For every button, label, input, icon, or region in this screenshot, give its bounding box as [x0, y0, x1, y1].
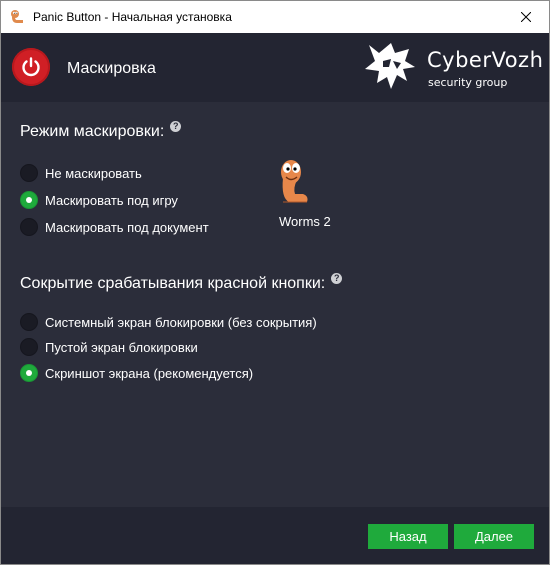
app-window: Panic Button - Начальная установка Маски… — [0, 0, 550, 565]
radio-circle-checked[interactable] — [20, 191, 38, 209]
radio-label: Скриншот экрана (рекомендуется) — [45, 365, 254, 381]
radio-circle[interactable] — [20, 313, 38, 331]
masking-section-title: Режим маскировки:? — [20, 121, 182, 141]
radio-label: Системный экран блокировки (без сокрытия… — [45, 314, 317, 330]
radio-label: Маскировать под документ — [45, 219, 209, 235]
masking-title-text: Режим маскировки: — [20, 123, 165, 140]
radio-system-lock[interactable]: Системный экран блокировки (без сокрытия… — [20, 313, 317, 331]
radio-label: Маскировать под игру — [45, 192, 178, 208]
radio-label: Не маскировать — [45, 165, 142, 181]
radio-circle-checked[interactable] — [20, 364, 38, 382]
power-icon — [22, 57, 40, 77]
panic-power-button[interactable] — [12, 48, 50, 86]
hiding-title-text: Сокрытие срабатывания красной кнопки: — [20, 275, 326, 292]
radio-mask-document[interactable]: Маскировать под документ — [20, 218, 209, 236]
window-title: Panic Button - Начальная установка — [33, 10, 232, 24]
logo-name: CyberVozh — [427, 48, 544, 72]
masking-help-icon[interactable]: ? — [170, 121, 182, 132]
next-button[interactable]: Далее — [454, 524, 534, 549]
game-label: Worms 2 — [279, 214, 331, 229]
radio-label: Пустой экран блокировки — [45, 339, 198, 355]
worms-game-icon — [281, 160, 308, 203]
close-icon — [521, 12, 531, 22]
hiding-section-title: Сокрытие срабатывания красной кнопки:? — [20, 273, 343, 293]
close-button[interactable] — [503, 1, 549, 33]
logo-subtitle: security group — [428, 76, 508, 89]
radio-no-mask[interactable]: Не маскировать — [20, 164, 142, 182]
radio-mask-game[interactable]: Маскировать под игру — [20, 191, 178, 209]
worm-app-icon — [11, 10, 23, 23]
radio-circle[interactable] — [20, 218, 38, 236]
hiding-help-icon[interactable]: ? — [331, 273, 343, 284]
radio-circle[interactable] — [20, 338, 38, 356]
title-bar[interactable]: Panic Button - Начальная установка — [1, 1, 549, 33]
radio-empty-lock[interactable]: Пустой экран блокировки — [20, 338, 198, 356]
page-title: Маскировка — [67, 60, 156, 77]
radio-screenshot[interactable]: Скриншот экрана (рекомендуется) — [20, 364, 253, 382]
cybervozh-logo: CyberVozh security group — [361, 39, 544, 95]
settings-panel: Режим маскировки:? Не маскировать Маскир… — [1, 102, 549, 507]
footer: Назад Далее — [1, 507, 549, 564]
wolf-logo-icon — [365, 43, 415, 89]
back-button[interactable]: Назад — [368, 524, 448, 549]
header: Маскировка CyberVozh security group — [1, 33, 549, 102]
radio-circle[interactable] — [20, 164, 38, 182]
